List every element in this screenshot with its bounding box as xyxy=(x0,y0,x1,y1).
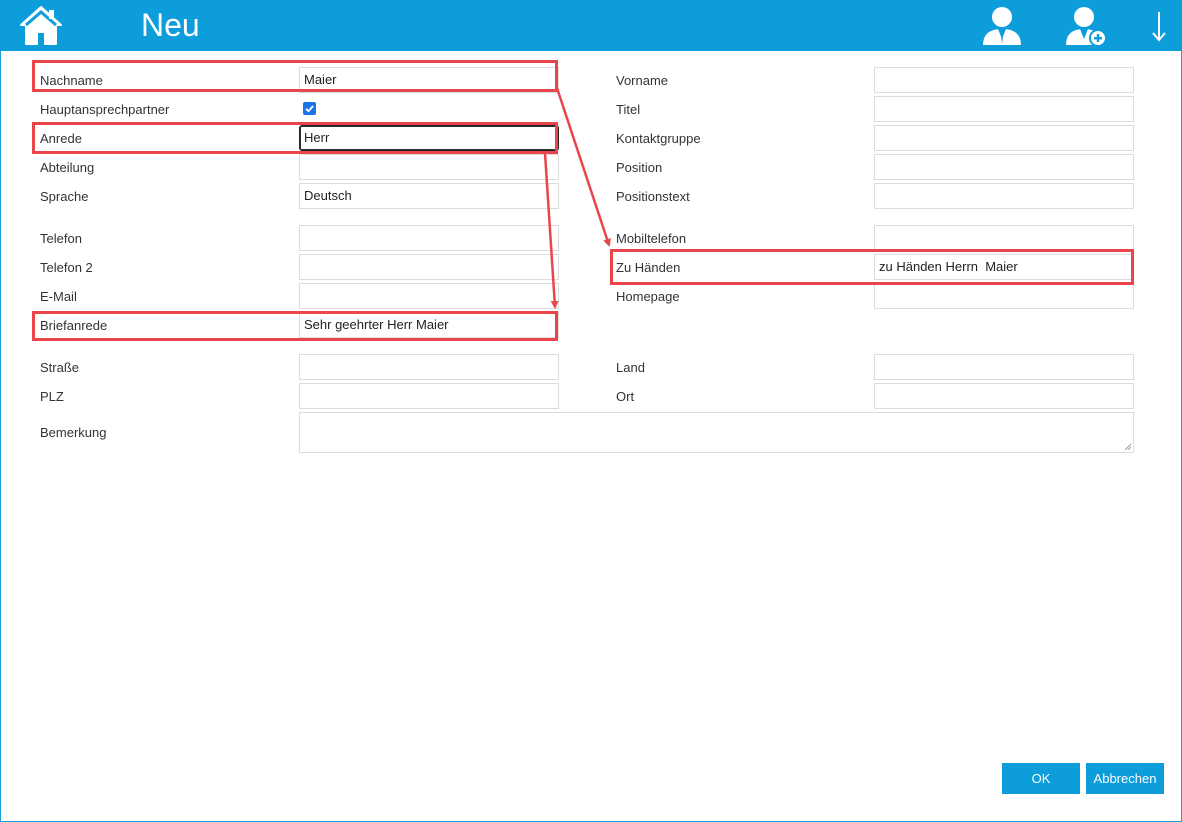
abteilung-input[interactable] xyxy=(299,154,559,180)
telefon-label: Telefon xyxy=(40,231,82,246)
header-bar: Neu xyxy=(0,0,1182,51)
kontaktgruppe-label: Kontaktgruppe xyxy=(616,131,701,146)
home-icon xyxy=(20,6,62,45)
titel-input[interactable] xyxy=(874,96,1134,122)
homepage-label: Homepage xyxy=(616,289,680,304)
ort-label: Ort xyxy=(616,389,635,404)
abteilung-label: Abteilung xyxy=(40,160,95,175)
telefon-input[interactable] xyxy=(299,225,559,251)
mobiltelefon-input[interactable] xyxy=(874,225,1134,251)
telefon2-label: Telefon 2 xyxy=(40,260,93,275)
ort-input[interactable] xyxy=(874,383,1134,409)
mobiltelefon-label: Mobiltelefon xyxy=(616,231,687,246)
home-button[interactable] xyxy=(18,4,64,46)
hauptansprechpartner-checkbox[interactable] xyxy=(303,102,316,115)
add-contact-icon xyxy=(1066,7,1107,47)
bemerkung-label: Bemerkung xyxy=(40,425,107,440)
briefanrede-label: Briefanrede xyxy=(40,318,108,333)
briefanrede-input[interactable]: Sehr geehrter Herr Maier xyxy=(299,312,559,338)
strasse-input[interactable] xyxy=(299,354,559,380)
ok-button[interactable]: OK xyxy=(1002,763,1080,794)
positionstext-input[interactable] xyxy=(874,183,1134,209)
plz-label: PLZ xyxy=(40,389,64,404)
vorname-input[interactable] xyxy=(874,67,1134,93)
page-title: Neu xyxy=(141,7,200,43)
contact-button[interactable] xyxy=(979,5,1025,47)
zu-haenden-input[interactable]: zu Händen Herrn Maier xyxy=(874,254,1134,280)
sprache-label: Sprache xyxy=(40,189,89,204)
checkmark-icon xyxy=(305,105,314,113)
land-label: Land xyxy=(616,360,645,375)
contact-person-icon xyxy=(983,7,1021,45)
nachname-label: Nachname xyxy=(40,73,103,88)
titel-label: Titel xyxy=(616,102,641,117)
email-input[interactable] xyxy=(299,283,559,309)
hauptansprechpartner-label: Hauptansprechpartner xyxy=(40,102,170,117)
land-input[interactable] xyxy=(874,354,1134,380)
position-label: Position xyxy=(616,160,663,175)
bemerkung-textarea[interactable] xyxy=(299,412,1134,453)
position-input[interactable] xyxy=(874,154,1134,180)
telefon2-input[interactable] xyxy=(299,254,559,280)
vorname-label: Vorname xyxy=(616,73,669,88)
anrede-label: Anrede xyxy=(40,131,82,146)
download-button[interactable] xyxy=(1147,10,1171,44)
cancel-button[interactable]: Abbrechen xyxy=(1086,763,1164,794)
kontaktgruppe-input[interactable] xyxy=(874,125,1134,151)
resize-grip-icon[interactable] xyxy=(1124,443,1131,450)
sprache-select[interactable]: Deutsch xyxy=(299,183,559,209)
nachname-input[interactable]: Maier xyxy=(299,67,559,93)
anrede-input[interactable]: Herr xyxy=(299,125,559,151)
add-contact-button[interactable] xyxy=(1063,5,1109,47)
homepage-input[interactable] xyxy=(874,283,1134,309)
email-label: E-Mail xyxy=(40,289,77,304)
positionstext-label: Positionstext xyxy=(616,189,690,204)
plz-input[interactable] xyxy=(299,383,559,409)
arrow-down-icon xyxy=(1152,12,1166,42)
dialog-frame xyxy=(0,0,1182,822)
strasse-label: Straße xyxy=(40,360,80,375)
zu-haenden-label: Zu Händen xyxy=(616,260,681,275)
